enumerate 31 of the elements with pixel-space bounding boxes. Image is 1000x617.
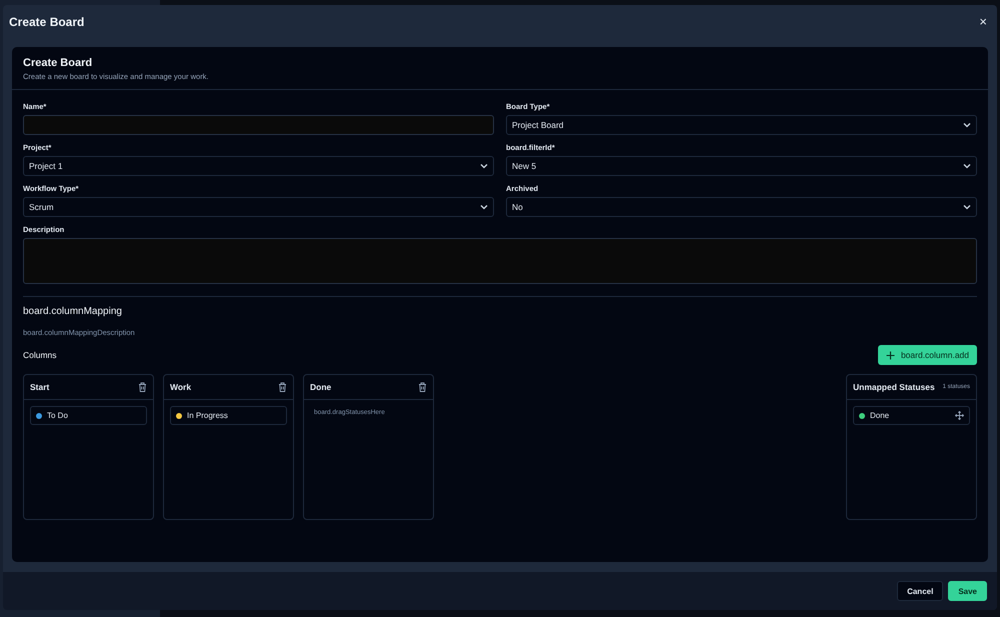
dialog-title: Create Board	[9, 14, 84, 28]
name-input[interactable]	[23, 115, 494, 135]
chevron-down-icon	[963, 122, 971, 128]
column-name: Unmapped Statuses	[853, 382, 935, 392]
select-field[interactable]: Project Board	[506, 115, 977, 135]
chevron-down-icon	[480, 163, 488, 169]
column-name: Done	[310, 382, 332, 392]
add-column-button[interactable]: board.column.add	[878, 345, 977, 365]
close-button[interactable]: ×	[979, 14, 987, 29]
card-title: Create Board	[23, 57, 94, 69]
status-chip[interactable]: Done	[853, 406, 970, 425]
section-title: board.columnMapping	[23, 306, 123, 317]
status-chip[interactable]: In Progress	[170, 406, 287, 425]
column-name: Work	[170, 382, 192, 392]
trash-icon[interactable]	[138, 382, 147, 392]
cancel-button[interactable]: Cancel	[897, 581, 944, 601]
select-field[interactable]: Scrum	[23, 197, 494, 217]
columns-label: Columns	[23, 350, 57, 360]
column-name: Start	[30, 382, 50, 392]
select-field[interactable]: No	[506, 197, 977, 217]
trash-icon[interactable]	[418, 382, 427, 392]
plus-icon	[886, 350, 895, 360]
save-button[interactable]: Save	[948, 581, 987, 601]
select-field[interactable]: New 5	[506, 156, 977, 176]
status-chip[interactable]: To Do	[30, 406, 147, 425]
trash-icon[interactable]	[278, 382, 287, 392]
chevron-down-icon	[963, 163, 971, 169]
select-field[interactable]: Project 1	[23, 156, 494, 176]
move-icon[interactable]	[955, 411, 964, 420]
chevron-down-icon	[480, 204, 488, 210]
chevron-down-icon	[963, 204, 971, 210]
